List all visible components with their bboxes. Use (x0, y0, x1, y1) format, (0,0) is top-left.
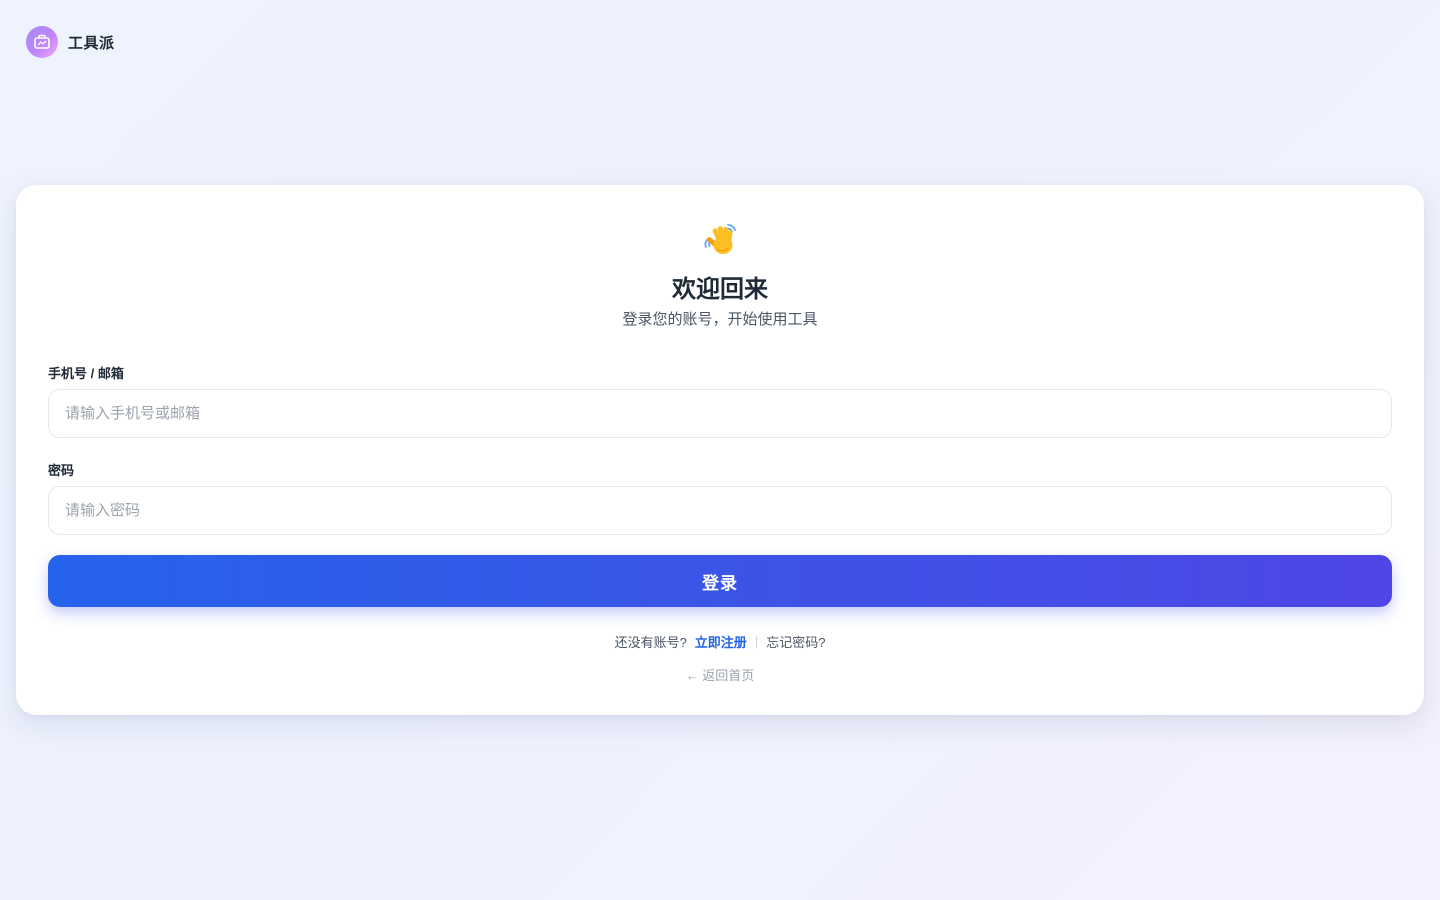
link-separator: | (754, 634, 759, 649)
no-account-text: 还没有账号? (614, 635, 687, 650)
register-link[interactable]: 立即注册 (695, 632, 747, 651)
back-home-link[interactable]: ← 返回首页 (686, 665, 755, 684)
page-subtitle: 登录您的账号，开始使用工具 (622, 311, 818, 328)
auth-links: 还没有账号? 立即注册 | 忘记密码? (16, 632, 1424, 651)
briefcase-icon[interactable] (26, 26, 58, 58)
header: 工具派 (26, 26, 115, 58)
page-title: 欢迎回来 (672, 276, 768, 303)
password-input[interactable] (48, 486, 1392, 535)
login-button[interactable]: 登录 (48, 555, 1392, 607)
waving-hand-icon (16, 219, 1424, 259)
forgot-password-link[interactable]: 忘记密码? (766, 632, 825, 651)
account-label: 手机号 / 邮箱 (48, 366, 124, 381)
login-card: 欢迎回来 登录您的账号，开始使用工具 手机号 / 邮箱 密码 登录 还没有账号?… (16, 185, 1424, 715)
password-label: 密码 (48, 463, 75, 478)
account-input[interactable] (48, 389, 1392, 438)
brand-name[interactable]: 工具派 (68, 32, 115, 53)
back-home: ← 返回首页 (16, 665, 1424, 684)
